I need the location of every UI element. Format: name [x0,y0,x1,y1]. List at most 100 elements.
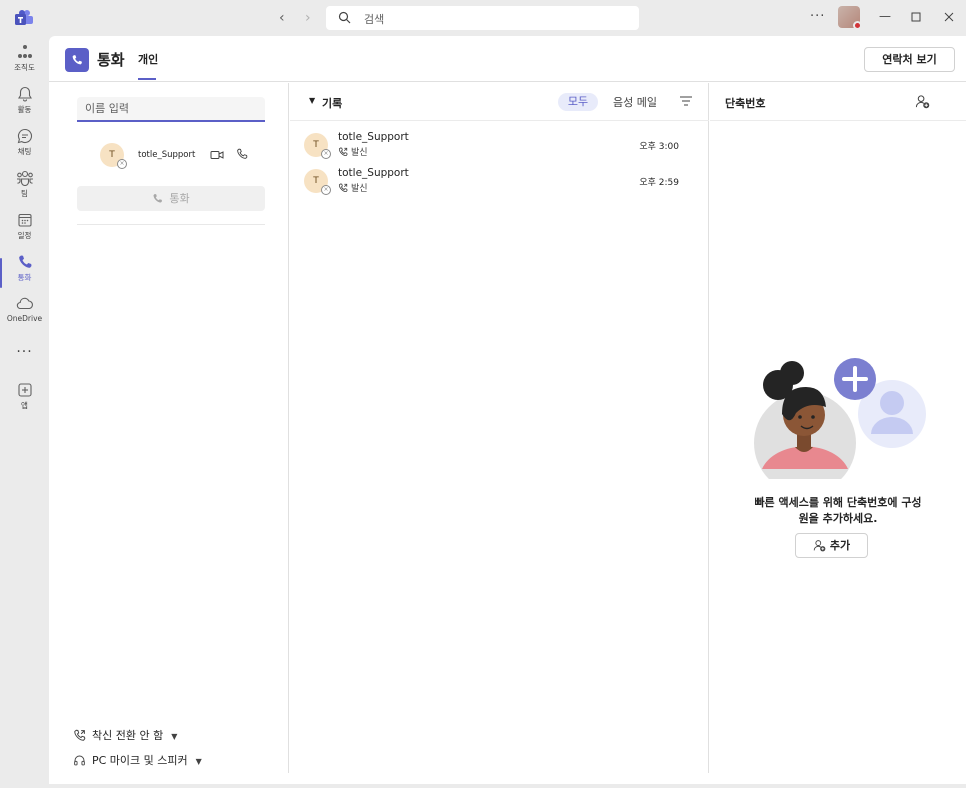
outgoing-call-icon [338,183,348,193]
rail-label: 통화 [17,273,32,282]
caret-down-icon: ▼ [171,732,178,741]
user-avatar[interactable] [838,6,862,30]
page-header: 통화 개인 연락처 보기 [49,36,966,82]
history-header: ▼ 기록 모두 음성 메일 [290,83,709,121]
caret-down-icon: ▼ [195,757,202,766]
calendar-icon [17,213,32,227]
rail-item-apps[interactable]: 앱 [0,382,49,422]
phone-icon [18,255,31,268]
close-icon[interactable] [944,9,954,25]
call-button-label: 통화 [169,192,190,205]
add-app-icon [17,383,32,397]
bell-icon [17,86,32,102]
main-content: 통화 개인 연락처 보기 T × totle_Support 통화 착신 전환 … [49,36,966,784]
speed-dial-header: 단축번호 [710,83,966,121]
forward-chevron-icon[interactable]: › [305,10,311,26]
rail-item-teams[interactable]: 팀 [0,170,49,210]
maximize-icon[interactable] [911,9,921,25]
tab-active-indicator [138,78,156,80]
contact-suggestion[interactable]: T × totle_Support [100,143,260,169]
rail-label: 채팅 [17,147,32,156]
call-direction: 발신 [338,181,368,194]
view-contacts-button[interactable]: 연락처 보기 [864,47,955,72]
history-name: totle_Support [338,131,409,143]
speed-dial-title: 단축번호 [725,97,766,110]
rail-item-calendar[interactable]: 일정 [0,212,49,252]
speed-dial-message-line1: 빠른 액세스를 위해 단축번호에 구성 [754,496,922,509]
collapse-caret-icon[interactable]: ▼ [309,96,315,105]
divider [77,224,265,225]
rail-item-onedrive[interactable]: OneDrive [0,296,49,336]
more-options-icon[interactable]: ··· [810,9,825,24]
rail-label: 조직도 [14,63,35,72]
history-row[interactable]: T × totle_Support 발신 오후 2:59 [304,164,694,198]
audio-device-setting[interactable]: PC 마이크 및 스피커 ▼ [73,752,202,768]
minimize-icon[interactable]: — [879,9,891,23]
call-direction-label: 발신 [351,148,368,158]
rail-label: 팀 [21,189,28,198]
dial-pane: T × totle_Support 통화 착신 전환 안 함 ▼ PC 마이크 및… [49,83,289,773]
search-placeholder: 검색 [364,13,385,26]
call-time: 오후 3:00 [639,142,679,152]
history-row[interactable]: T × totle_Support 발신 오후 3:00 [304,128,694,162]
history-name: totle_Support [338,167,409,179]
avatar-initial: T [109,150,115,160]
speed-dial-pane: 단축번호 빠른 액세스를 위해 단축번호에 구성 원을 추가하세요. 추가 [710,83,966,773]
teams-icon [16,170,33,186]
tab-personal[interactable]: 개인 [138,51,158,67]
call-direction: 발신 [338,145,368,158]
app-rail: 조직도 활동 채팅 팀 일정 통화 OneDrive ··· 앱 [0,36,49,788]
title-bar: ‹ › 검색 ··· — [0,0,966,36]
filter-voicemail[interactable]: 음성 메일 [613,94,657,110]
presence-offline-icon: × [321,185,331,195]
name-input[interactable] [77,97,265,122]
avatar-initial: T [313,140,319,150]
audio-call-icon[interactable] [236,148,248,163]
history-pane: ▼ 기록 모두 음성 메일 T × totle_Support 발신 오후 3:… [290,83,709,773]
speed-dial-message-line2: 원을 추가하세요. [798,512,878,525]
filter-all-pill[interactable]: 모두 [558,93,598,111]
rail-label: 일정 [17,231,32,240]
suggestion-name: totle_Support [138,150,196,160]
presence-offline-icon: × [117,159,127,169]
history-title: 기록 [322,97,343,110]
avatar: T × [304,133,331,159]
call-forward-label: 착신 전환 안 함 [92,729,164,742]
chat-icon [17,128,32,144]
call-forward-setting[interactable]: 착신 전환 안 함 ▼ [73,727,177,743]
rail-item-org-chart[interactable]: 조직도 [0,44,49,84]
teams-logo-icon [14,9,34,27]
speed-dial-message: 빠른 액세스를 위해 단축번호에 구성 원을 추가하세요. [730,495,946,527]
avatar: T × [304,169,331,195]
rail-label: 활동 [17,105,32,114]
call-time: 오후 2:59 [639,178,679,188]
rail-item-activity[interactable]: 활동 [0,86,49,126]
add-speed-dial-button[interactable]: 추가 [795,533,868,558]
rail-label: OneDrive [6,314,43,323]
page-title: 통화 [97,51,125,69]
presence-busy-icon [853,21,862,30]
headset-icon [74,755,85,766]
search-icon [338,11,351,27]
add-button-label: 추가 [829,539,851,552]
org-chart-icon [17,45,32,58]
video-call-icon[interactable] [210,149,224,164]
avatar-initial: T [313,176,319,186]
cloud-icon [16,297,33,310]
avatar: T × [100,143,127,169]
call-button[interactable]: 통화 [77,186,265,211]
call-direction-label: 발신 [351,184,368,194]
rail-item-calls[interactable]: 통화 [0,254,49,294]
outgoing-call-icon [338,147,348,157]
rail-more-icon[interactable]: ··· [0,344,49,360]
calls-app-icon [65,48,89,72]
search-box[interactable]: 검색 [326,6,639,30]
filter-icon[interactable] [680,96,692,109]
call-forward-icon [74,729,86,741]
back-chevron-icon[interactable]: ‹ [279,10,285,26]
add-person-icon[interactable] [915,94,930,112]
speed-dial-illustration [740,319,930,494]
rail-item-chat[interactable]: 채팅 [0,128,49,168]
rail-label: 앱 [21,401,28,410]
presence-offline-icon: × [321,149,331,159]
